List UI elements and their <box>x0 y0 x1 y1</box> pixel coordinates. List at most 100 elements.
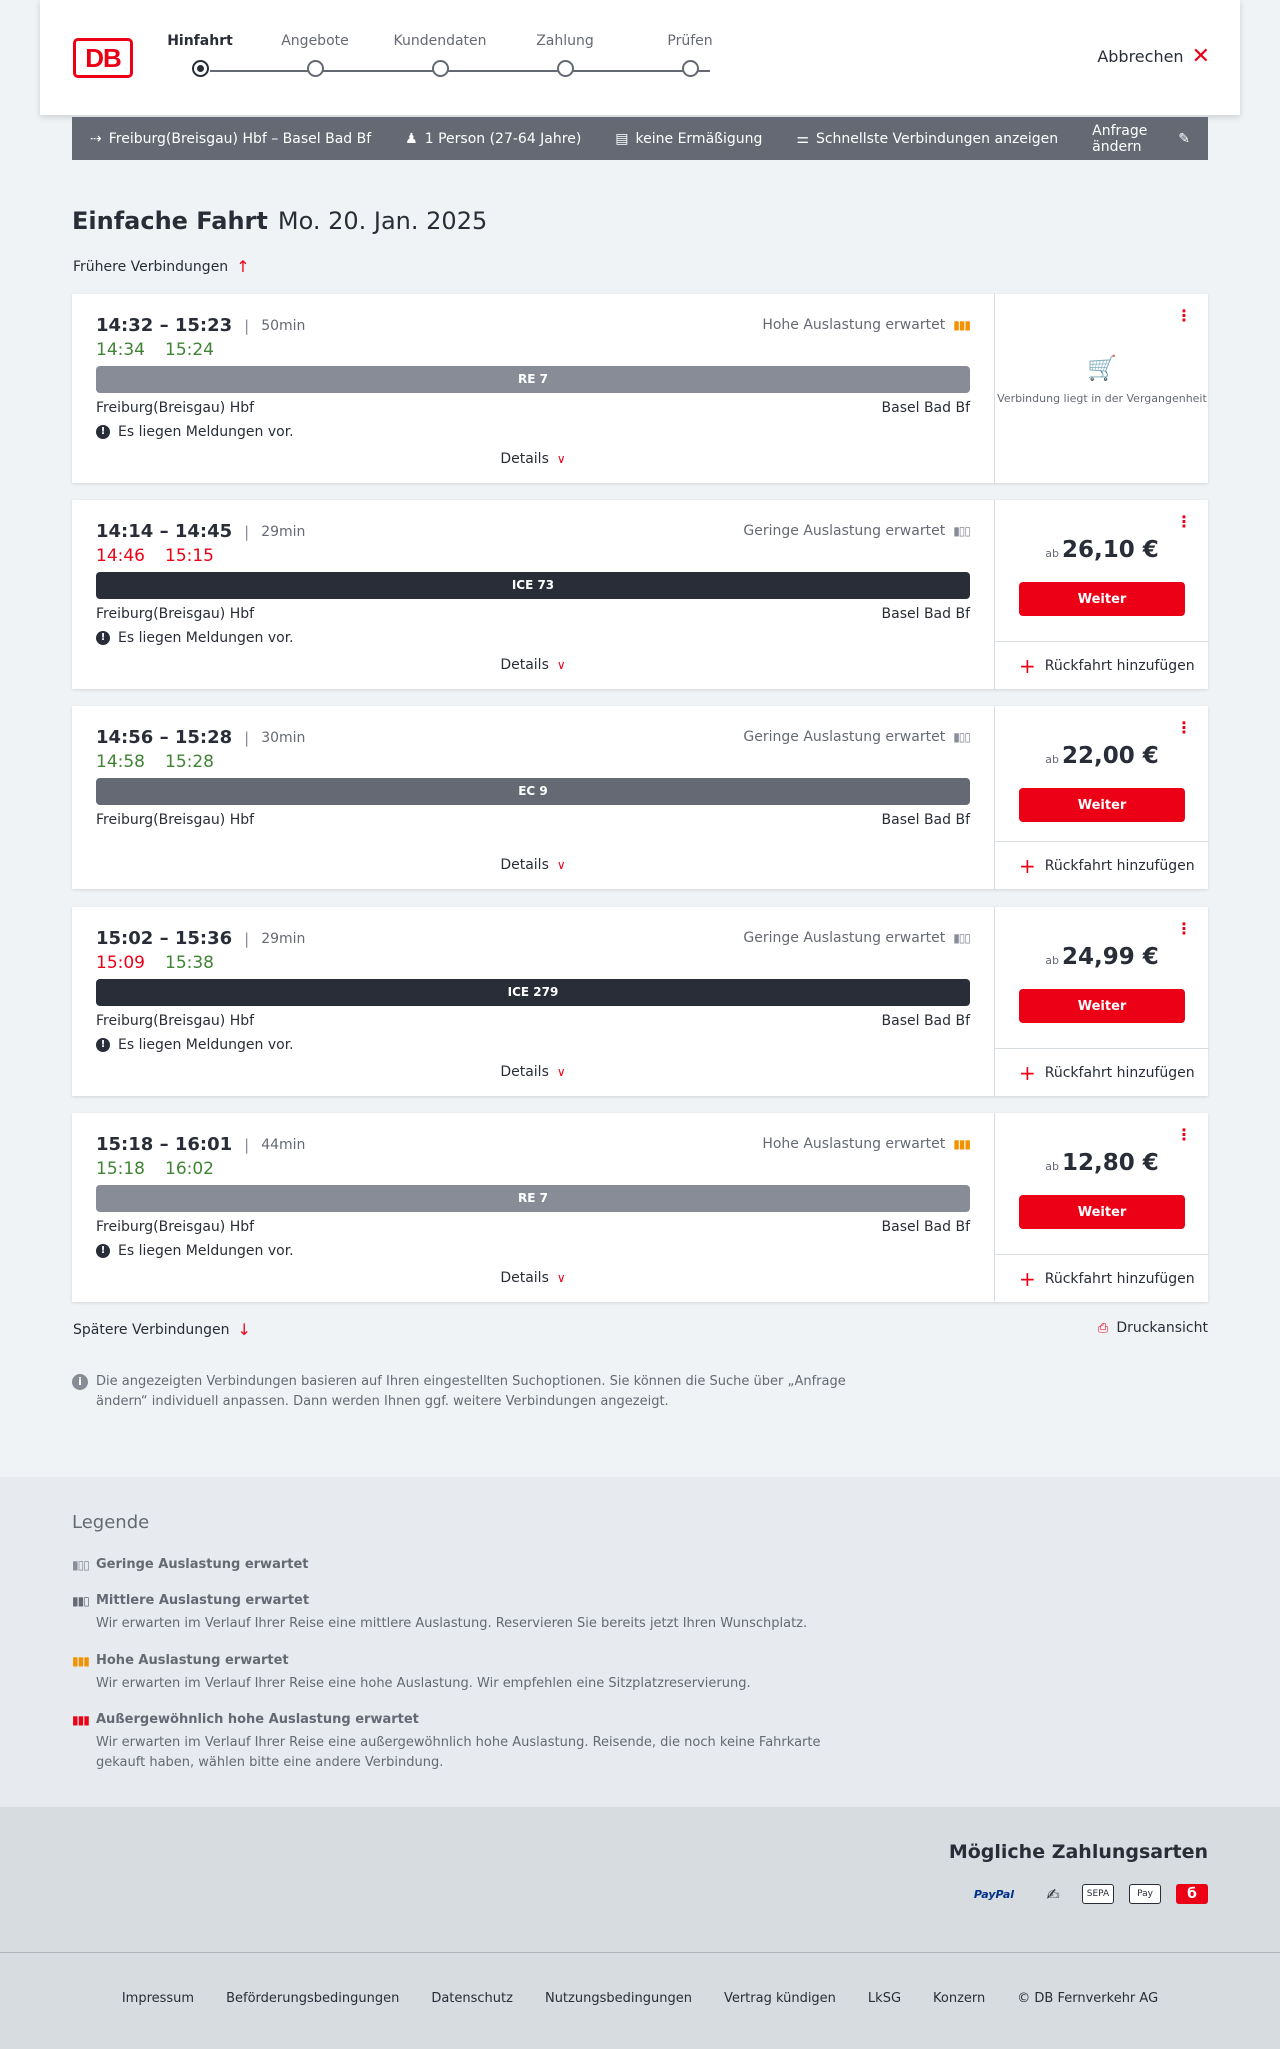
legend-item-desc: Wir erwarten im Verlauf Ihrer Reise eine… <box>96 1616 808 1631</box>
close-icon: ✕ <box>1191 43 1210 69</box>
duration: 30min <box>261 729 306 746</box>
more-options-icon[interactable]: ⋮ <box>1176 1127 1192 1143</box>
arrival-station: Basel Bad Bf <box>881 1013 970 1029</box>
search-info-note: i Die angezeigten Verbindungen basieren … <box>72 1372 852 1412</box>
legend-item-title: Mittlere Auslastung erwartet <box>96 1593 310 1608</box>
continue-button[interactable]: Weiter <box>1019 989 1185 1023</box>
occupancy-info[interactable]: Hohe Auslastung erwartet ▮▮▮ <box>762 317 971 333</box>
step-hinfahrt[interactable]: Hinfahrt <box>140 33 260 77</box>
add-return-label: Rückfahrt hinzufügen <box>1044 658 1195 674</box>
step-angebote[interactable]: Angebote <box>255 33 375 77</box>
realtime-arrival: 15:15 <box>165 546 214 566</box>
query-discount[interactable]: ▤ keine Ermäßigung <box>615 131 762 147</box>
details-toggle[interactable]: Details ∨ <box>72 1270 994 1286</box>
payment-title: Mögliche Zahlungsarten <box>948 1841 1208 1863</box>
footer-link-konzern[interactable]: Konzern <box>933 1991 985 2006</box>
connection-card[interactable]: 14:32 – 15:23 | 50min 14:34 15:24 Hohe A… <box>72 294 1208 483</box>
step-zahlung[interactable]: Zahlung <box>505 33 625 77</box>
more-options-icon[interactable]: ⋮ <box>1176 308 1192 324</box>
price-panel: ⋮ ab 26,10 € Weiter + Rückfahrt hinzufüge… <box>994 500 1209 690</box>
arrival-station: Basel Bad Bf <box>881 812 970 828</box>
train-bar[interactable]: RE 7 <box>96 366 970 393</box>
cancel-button[interactable]: Abbrechen ✕ <box>1097 43 1210 69</box>
continue-button[interactable]: Weiter <box>1019 582 1185 616</box>
query-route[interactable]: ⇢ Freiburg(Breisgau) Hbf – Basel Bad Bf <box>90 131 371 147</box>
step-label: Prüfen <box>667 33 713 49</box>
connection-card[interactable]: 14:14 – 14:45 | 29min 14:46 15:15 Gering… <box>72 500 1209 690</box>
footer-link-vertrag-kuendigen[interactable]: Vertrag kündigen <box>724 1991 836 2006</box>
messages-text: Es liegen Meldungen vor. <box>118 630 294 646</box>
plus-icon: + <box>1019 854 1036 878</box>
planned-times: 14:14 – 14:45 <box>96 521 233 542</box>
add-return-trip-button[interactable]: + Rückfahrt hinzufügen <box>995 1254 1209 1303</box>
add-return-label: Rückfahrt hinzufügen <box>1044 858 1195 874</box>
add-return-trip-button[interactable]: + Rückfahrt hinzufügen <box>995 1048 1209 1097</box>
occupancy-info[interactable]: Geringe Auslastung erwartet ▮▯▯ <box>743 729 971 745</box>
planned-times: 15:02 – 15:36 <box>96 928 233 949</box>
legend-item-extreme: ▮▮▮ Außergewöhnlich hohe Auslastung erwar… <box>72 1712 852 1773</box>
footer-link-nutzungsbedingungen[interactable]: Nutzungsbedingungen <box>545 1991 692 2006</box>
legend-item-medium: ▮▮▯ Mittlere Auslastung erwartet Wir erwa… <box>72 1593 852 1634</box>
change-query-button[interactable]: Anfrage ändern ✎ <box>1092 123 1190 155</box>
footer-link-datenschutz[interactable]: Datenschutz <box>431 1991 513 2006</box>
print-view-link[interactable]: ⎙ Druckansicht <box>1098 1320 1208 1336</box>
departure-station: Freiburg(Breisgau) Hbf <box>96 812 255 828</box>
duration: 29min <box>261 523 306 540</box>
details-toggle[interactable]: Details ∨ <box>72 657 994 673</box>
connection-main: 14:32 – 15:23 | 50min 14:34 15:24 Hohe A… <box>72 294 994 483</box>
earlier-label: Frühere Verbindungen <box>73 258 229 275</box>
train-bar[interactable]: RE 7 <box>96 1185 970 1212</box>
more-options-icon[interactable]: ⋮ <box>1176 720 1192 736</box>
departure-station: Freiburg(Breisgau) Hbf <box>96 606 255 622</box>
details-toggle[interactable]: Details ∨ <box>72 1064 994 1080</box>
alert-icon: ! <box>96 1244 110 1258</box>
connection-card[interactable]: 14:56 – 15:28 | 30min 14:58 15:28 Gering… <box>72 706 1209 890</box>
realtime-departure: 14:58 <box>96 752 145 772</box>
earlier-connections-link[interactable]: Frühere Verbindungen ↑ <box>73 257 250 276</box>
realtime-departure: 14:34 <box>96 340 145 360</box>
realtime-arrival: 15:38 <box>165 953 214 973</box>
add-return-trip-button[interactable]: + Rückfahrt hinzufügen <box>995 841 1209 890</box>
occupancy-info[interactable]: Hohe Auslastung erwartet ▮▮▮ <box>762 1136 971 1152</box>
footer-link-lksg[interactable]: LkSG <box>868 1991 901 2006</box>
arrow-right-icon: ⇢ <box>90 130 102 147</box>
duration: 44min <box>261 1136 306 1153</box>
footer-link-befoerderungsbedingungen[interactable]: Beförderungsbedingungen <box>226 1991 399 2006</box>
price-panel: ⋮ 🛒 Verbindung liegt in der Vergangenhei… <box>994 294 1208 483</box>
price-panel: ⋮ ab 22,00 € Weiter + Rückfahrt hinzufüge… <box>994 706 1209 890</box>
occupancy-text: Hohe Auslastung erwartet <box>762 1136 946 1152</box>
connection-card[interactable]: 15:18 – 16:01 | 44min 15:18 16:02 Hohe A… <box>72 1113 1209 1303</box>
info-text: Die angezeigten Verbindungen basieren au… <box>96 1374 846 1409</box>
continue-button[interactable]: Weiter <box>1019 1195 1185 1229</box>
legend-item-title: Hohe Auslastung erwartet <box>96 1653 289 1668</box>
occupancy-info[interactable]: Geringe Auslastung erwartet ▮▯▯ <box>743 930 971 946</box>
card-icon: ▤ <box>615 130 629 147</box>
train-bar[interactable]: EC 9 <box>96 778 970 805</box>
db-logo[interactable]: DB <box>73 38 133 78</box>
messages-text: Es liegen Meldungen vor. <box>118 1037 294 1053</box>
step-label: Kundendaten <box>393 33 487 49</box>
person-icon: ♟ <box>405 130 418 147</box>
step-kundendaten[interactable]: Kundendaten <box>380 33 500 77</box>
continue-button[interactable]: Weiter <box>1019 788 1185 822</box>
connection-card[interactable]: 15:02 – 15:36 | 29min 15:09 15:38 Gering… <box>72 907 1209 1097</box>
footer-link-impressum[interactable]: Impressum <box>122 1991 194 2006</box>
messages-notice: ! Es liegen Meldungen vor. <box>96 424 294 440</box>
later-connections-link[interactable]: Spätere Verbindungen ↓ <box>73 1320 251 1339</box>
step-pruefen[interactable]: Prüfen <box>630 33 750 77</box>
more-options-icon[interactable]: ⋮ <box>1176 921 1192 937</box>
trip-date: Mo. 20. Jan. 2025 <box>277 207 488 235</box>
payment-icons: PayPal ✍ SEPA Pay б <box>964 1884 1208 1904</box>
train-bar[interactable]: ICE 279 <box>96 979 970 1006</box>
more-options-icon[interactable]: ⋮ <box>1176 514 1192 530</box>
occupancy-info[interactable]: Geringe Auslastung erwartet ▮▯▯ <box>743 523 971 539</box>
realtime-arrival: 15:24 <box>165 340 214 360</box>
train-bar[interactable]: ICE 73 <box>96 572 970 599</box>
query-filter[interactable]: ⚌ Schnellste Verbindungen anzeigen <box>796 131 1058 147</box>
details-toggle[interactable]: Details ∨ <box>72 451 994 467</box>
details-toggle[interactable]: Details ∨ <box>72 857 994 873</box>
messages-text: Es liegen Meldungen vor. <box>118 1243 294 1259</box>
query-passengers[interactable]: ♟ 1 Person (27-64 Jahre) <box>405 131 581 147</box>
add-return-trip-button[interactable]: + Rückfahrt hinzufügen <box>995 641 1209 690</box>
realtime-arrival: 15:28 <box>165 752 214 772</box>
